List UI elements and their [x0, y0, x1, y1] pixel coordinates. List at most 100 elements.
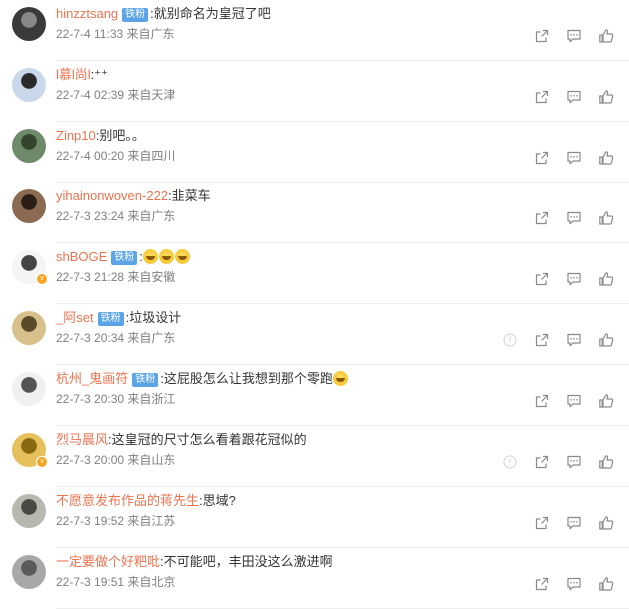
username-link[interactable]: 烈马晨风 [56, 432, 108, 447]
comment-item: hinzztsang 铁粉:就别命名为皇冠了吧 22-7-4 11:33 来自广东 [0, 0, 629, 61]
forward-icon[interactable] [534, 150, 550, 166]
comment-line: yihainonwoven-222:韭菜车 [56, 187, 211, 205]
report-icon[interactable] [502, 454, 518, 470]
like-icon[interactable] [598, 576, 614, 592]
like-icon[interactable] [598, 454, 614, 470]
comment-line: 一定要做个好粑吡:不可能吧，丰田没这么激进啊 [56, 553, 333, 571]
comment-meta: 22-7-3 20:34 来自广东 [56, 330, 175, 346]
comment-icon[interactable] [566, 150, 582, 166]
username-link[interactable]: hinzztsang [56, 6, 118, 21]
comment-text: :这屁股怎么让我想到那个零跑 [160, 371, 333, 386]
username-link[interactable]: 一定要做个好粑吡 [56, 554, 160, 569]
comment-item: 杭州_鬼画符 铁粉:这屁股怎么让我想到那个零跑 22-7-3 20:30 来自浙江 [0, 365, 629, 426]
user-avatar[interactable] [12, 68, 46, 102]
comment-time: 22-7-3 21:28 [56, 270, 125, 284]
comment-time: 22-7-3 23:24 [56, 209, 125, 223]
user-avatar[interactable] [12, 555, 46, 589]
comment-line: 杭州_鬼画符 铁粉:这屁股怎么让我想到那个零跑 [56, 370, 349, 388]
fan-badge: 铁粉 [122, 8, 149, 22]
laughing-emoji-icon [142, 249, 158, 264]
user-avatar[interactable] [12, 372, 46, 406]
comment-text: :垃圾设计 [125, 310, 182, 325]
comment-item: 一定要做个好粑吡:不可能吧，丰田没这么激进啊 22-7-3 19:51 来自北京 [0, 548, 629, 609]
laughing-emoji-icon [158, 249, 174, 264]
comment-time: 22-7-3 20:00 [56, 453, 125, 467]
comment-line: shBOGE 铁粉: [56, 248, 191, 266]
forward-icon[interactable] [534, 271, 550, 287]
like-icon[interactable] [598, 210, 614, 226]
comment-text: :别吧。。 [95, 128, 145, 143]
forward-icon[interactable] [534, 393, 550, 409]
comment-line: _阿set 铁粉:垃圾设计 [56, 309, 181, 327]
like-icon[interactable] [598, 150, 614, 166]
comment-meta: 22-7-3 19:52 来自江苏 [56, 513, 175, 529]
comment-list: hinzztsang 铁粉:就别命名为皇冠了吧 22-7-4 11:33 来自广东 l… [0, 0, 629, 609]
comment-item: Zinp10:别吧。。 22-7-4 00:20 来自四川 [0, 122, 629, 183]
fan-badge: 铁粉 [132, 373, 159, 387]
username-link[interactable]: 不愿意发布作品的蒋先生 [56, 493, 199, 508]
comment-icon[interactable] [566, 332, 582, 348]
user-avatar[interactable] [12, 189, 46, 223]
laughing-emoji-icon [332, 371, 348, 386]
forward-icon[interactable] [534, 28, 550, 44]
comment-location: 来自浙江 [127, 392, 176, 406]
forward-icon[interactable] [534, 576, 550, 592]
comment-text: :这皇冠的尺寸怎么看着跟花冠似的 [108, 432, 307, 447]
username-link[interactable]: _阿set [56, 310, 94, 325]
forward-icon[interactable] [534, 332, 550, 348]
username-link[interactable]: l慕l尚l [56, 67, 91, 82]
comment-icon[interactable] [566, 210, 582, 226]
comment-location: 来自四川 [127, 149, 176, 163]
user-avatar[interactable] [12, 7, 46, 41]
user-avatar[interactable] [12, 129, 46, 163]
comment-meta: 22-7-3 21:28 来自安徽 [56, 269, 175, 285]
comment-meta: 22-7-3 20:30 来自浙江 [56, 391, 175, 407]
username-link[interactable]: Zinp10 [56, 128, 96, 143]
forward-icon[interactable] [534, 454, 550, 470]
username-link[interactable]: yihainonwoven-222 [56, 188, 168, 203]
report-icon[interactable] [502, 332, 518, 348]
user-avatar[interactable] [12, 494, 46, 528]
comment-icon[interactable] [566, 515, 582, 531]
comment-item: l慕l尚l:⁺⁺ 22-7-4 02:39 来自天津 [0, 61, 629, 122]
like-icon[interactable] [598, 515, 614, 531]
comment-icon[interactable] [566, 576, 582, 592]
comment-line: 烈马晨风:这皇冠的尺寸怎么看着跟花冠似的 [56, 431, 307, 449]
username-link[interactable]: shBOGE [56, 249, 107, 264]
comment-text: :韭菜车 [168, 188, 211, 203]
comment-meta: 22-7-3 19:51 来自北京 [56, 574, 175, 590]
comment-icon[interactable] [566, 28, 582, 44]
comment-location: 来自山东 [127, 453, 176, 467]
comment-icon[interactable] [566, 89, 582, 105]
like-icon[interactable] [598, 89, 614, 105]
verified-badge-icon: v [36, 273, 48, 285]
comment-time: 22-7-3 20:30 [56, 392, 125, 406]
comment-location: 来自安徽 [127, 270, 176, 284]
comment-text: :就别命名为皇冠了吧 [150, 6, 271, 21]
comment-item: v shBOGE 铁粉:22-7-3 21:28 来自安徽 [0, 243, 629, 304]
comment-location: 来自广东 [127, 209, 176, 223]
fan-badge: 铁粉 [111, 251, 138, 265]
like-icon[interactable] [598, 393, 614, 409]
forward-icon[interactable] [534, 210, 550, 226]
forward-icon[interactable] [534, 89, 550, 105]
user-avatar[interactable] [12, 311, 46, 345]
like-icon[interactable] [598, 332, 614, 348]
comment-line: 不愿意发布作品的蒋先生:思域? [56, 492, 236, 510]
comment-icon[interactable] [566, 393, 582, 409]
comment-time: 22-7-4 00:20 [56, 149, 125, 163]
fan-badge: 铁粉 [97, 312, 124, 326]
comment-location: 来自北京 [127, 575, 176, 589]
like-icon[interactable] [598, 28, 614, 44]
comment-location: 来自天津 [127, 88, 176, 102]
comment-meta: 22-7-3 23:24 来自广东 [56, 208, 175, 224]
like-icon[interactable] [598, 271, 614, 287]
comment-time: 22-7-3 19:51 [56, 575, 125, 589]
username-link[interactable]: 杭州_鬼画符 [56, 371, 128, 386]
forward-icon[interactable] [534, 515, 550, 531]
comment-item: _阿set 铁粉:垃圾设计 22-7-3 20:34 来自广东 [0, 304, 629, 365]
comment-location: 来自广东 [127, 331, 176, 345]
comment-icon[interactable] [566, 454, 582, 470]
comment-meta: 22-7-4 00:20 来自四川 [56, 148, 175, 164]
comment-icon[interactable] [566, 271, 582, 287]
